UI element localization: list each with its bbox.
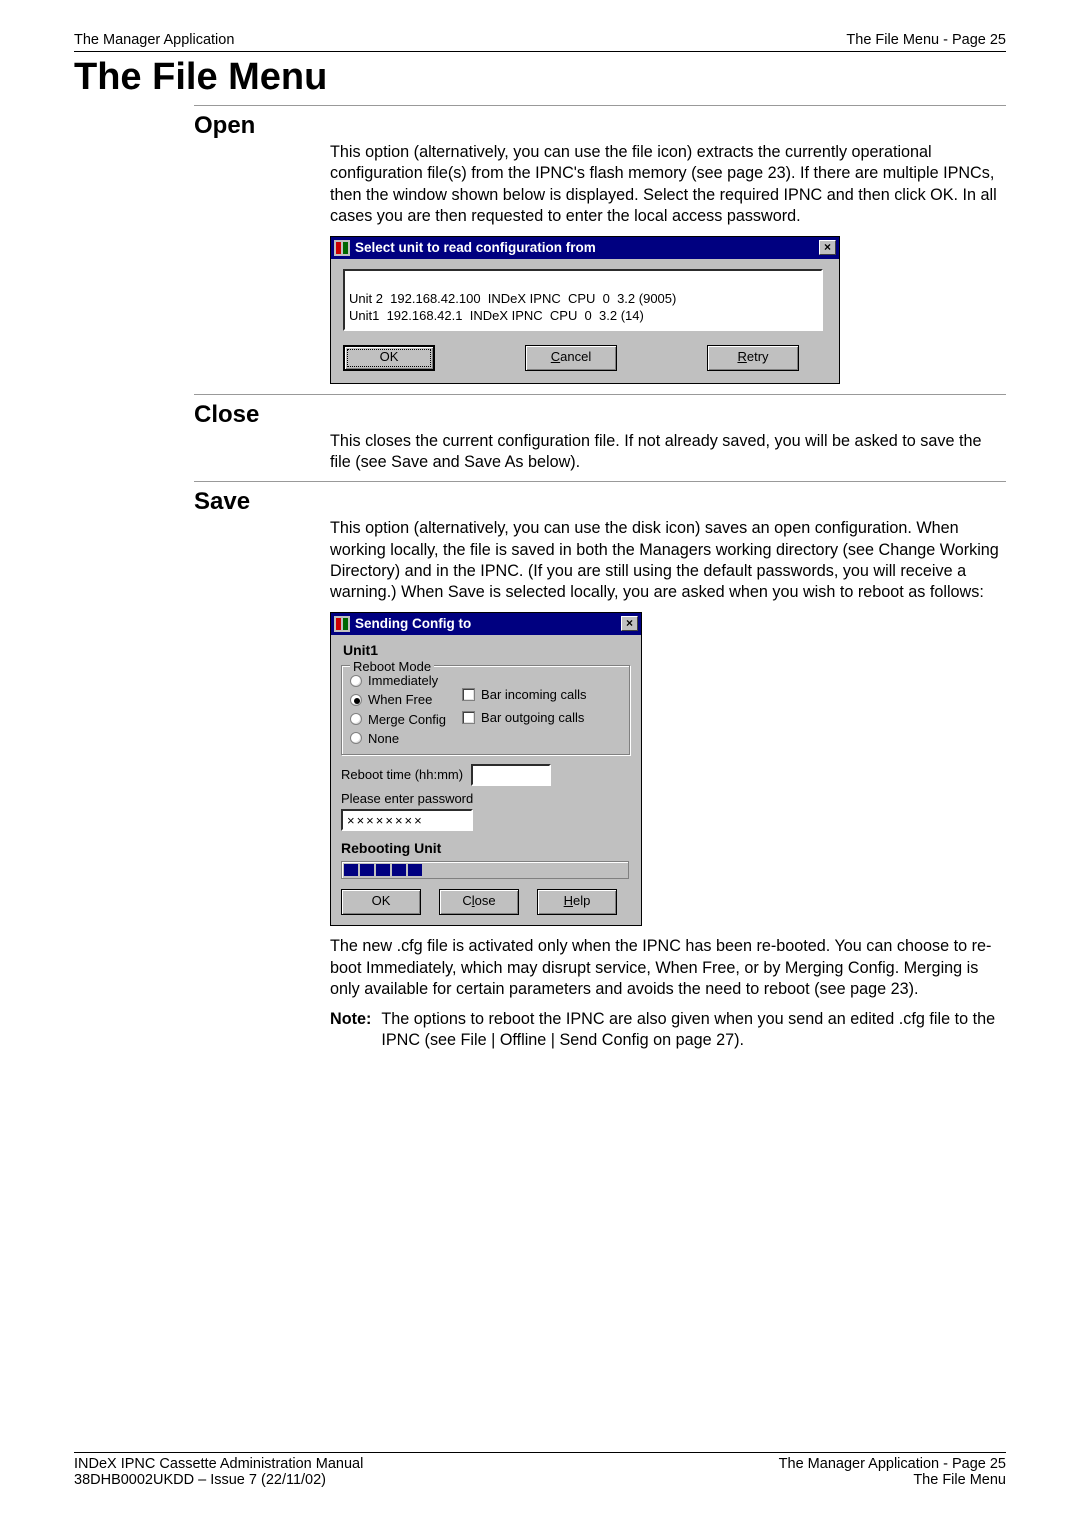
help-button[interactable]: Help [537,889,617,915]
reboot-mode-group: Reboot Mode Immediately When Free Merge … [341,665,631,756]
radio-label: Merge Config [368,711,446,728]
heading-open: Open [194,112,1006,140]
ok-button[interactable]: OK [341,889,421,915]
section-close: Close This closes the current configurat… [74,394,1006,474]
footer-right-1: The Manager Application - Page 25 [779,1456,1006,1472]
radio-label: None [368,730,399,747]
app-icon [334,616,350,632]
para-save-1: This option (alternatively, you can use … [330,518,1006,604]
password-input[interactable] [341,809,473,831]
para-open: This option (alternatively, you can use … [330,142,1006,228]
ok-button[interactable]: OK [343,345,435,371]
note-text: The options to reboot the IPNC are also … [381,1009,1006,1052]
dialog-sending-config: Sending Config to × Unit1 Reboot Mode Im… [330,612,642,927]
progress-bar [341,861,629,879]
footer-left-1: INDeX IPNC Cassette Administration Manua… [74,1456,363,1472]
para-save-2: The new .cfg file is activated only when… [330,936,1006,1000]
retry-button[interactable]: Retry [707,345,799,371]
unit-listbox[interactable]: Unit 2 192.168.42.100 INDeX IPNC CPU 0 3… [343,269,823,331]
list-item[interactable]: Unit 2 192.168.42.100 INDeX IPNC CPU 0 3… [349,291,676,306]
check-bar-outgoing[interactable]: Bar outgoing calls [462,709,587,726]
app-icon [334,240,350,256]
radio-label: When Free [368,691,432,708]
section-save: Save This option (alternatively, you can… [74,481,1006,1051]
password-label: Please enter password [341,790,473,807]
check-bar-incoming[interactable]: Bar incoming calls [462,686,587,703]
heading-close: Close [194,401,1006,429]
footer-right-2: The File Menu [779,1472,1006,1488]
radio-when-free[interactable]: When Free [350,691,446,708]
footer-left-2: 38DHB0002UKDD – Issue 7 (22/11/02) [74,1472,363,1488]
titlebar-select: Select unit to read configuration from × [331,237,839,259]
note-label: Note: [330,1009,371,1052]
rebooting-unit-label: Rebooting Unit [341,839,631,857]
note-block: Note: The options to reboot the IPNC are… [330,1009,1006,1052]
dialog-send-title: Sending Config to [355,615,471,633]
mnemonic: R [737,349,746,364]
group-legend: Reboot Mode [350,658,434,675]
heading-save: Save [194,488,1006,516]
running-header: The Manager Application The File Menu - … [74,32,1006,52]
reboot-time-input[interactable] [471,764,551,786]
page-title: The File Menu [74,56,1006,99]
mnemonic: l [472,893,475,908]
titlebar-send: Sending Config to × [331,613,641,635]
header-right: The File Menu - Page 25 [846,32,1006,48]
para-close: This closes the current configuration fi… [330,431,1006,474]
mnemonic: C [551,349,560,364]
close-button[interactable]: Close [439,889,519,915]
cancel-button[interactable]: Cancel [525,345,617,371]
mnemonic: H [564,893,573,908]
dialog-select-title: Select unit to read configuration from [355,239,596,257]
header-left: The Manager Application [74,32,234,48]
section-open: Open This option (alternatively, you can… [74,105,1006,384]
radio-none[interactable]: None [350,730,446,747]
dialog-select-unit: Select unit to read configuration from ×… [330,236,840,384]
check-label: Bar outgoing calls [481,709,584,726]
page-footer: INDeX IPNC Cassette Administration Manua… [74,1452,1006,1488]
close-icon[interactable]: × [621,616,638,631]
check-label: Bar incoming calls [481,686,587,703]
reboot-time-label: Reboot time (hh:mm) [341,766,463,783]
close-icon[interactable]: × [819,240,836,255]
radio-merge-config[interactable]: Merge Config [350,711,446,728]
unit-label: Unit1 [343,641,631,659]
list-item[interactable]: Unit1 192.168.42.1 INDeX IPNC CPU 0 3.2 … [349,308,644,323]
